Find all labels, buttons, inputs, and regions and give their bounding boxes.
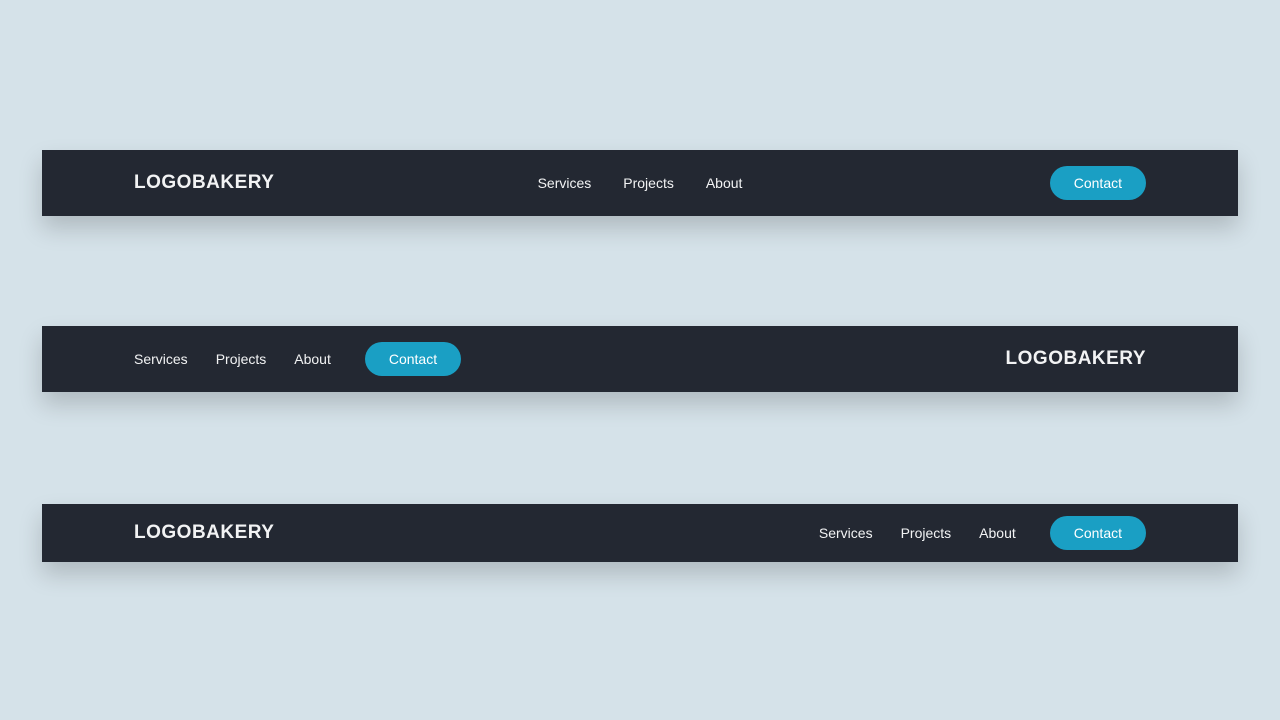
nav-link-services[interactable]: Services bbox=[819, 525, 873, 541]
contact-button[interactable]: Contact bbox=[1050, 516, 1146, 550]
brand-logo[interactable]: LOGOBAKERY bbox=[1006, 348, 1146, 370]
nav-link-about[interactable]: About bbox=[294, 351, 331, 367]
navbar-variant-2: Services Projects About Contact LOGOBAKE… bbox=[42, 326, 1238, 392]
nav-link-services[interactable]: Services bbox=[538, 175, 592, 191]
brand-logo[interactable]: LOGOBAKERY bbox=[134, 172, 274, 194]
brand-logo[interactable]: LOGOBAKERY bbox=[134, 522, 274, 544]
nav-link-projects[interactable]: Projects bbox=[901, 525, 952, 541]
contact-button[interactable]: Contact bbox=[1050, 166, 1146, 200]
nav-link-projects[interactable]: Projects bbox=[216, 351, 267, 367]
nav-link-services[interactable]: Services bbox=[134, 351, 188, 367]
nav-link-projects[interactable]: Projects bbox=[623, 175, 674, 191]
nav-link-about[interactable]: About bbox=[979, 525, 1016, 541]
nav-links-center: Services Projects About bbox=[538, 175, 743, 191]
nav-links-right: Services Projects About Contact bbox=[819, 516, 1146, 550]
navbar-variant-1: LOGOBAKERY Services Projects About Conta… bbox=[42, 150, 1238, 216]
nav-link-about[interactable]: About bbox=[706, 175, 743, 191]
navbar-variant-3: LOGOBAKERY Services Projects About Conta… bbox=[42, 504, 1238, 562]
nav-links-left: Services Projects About Contact bbox=[134, 342, 461, 376]
contact-button[interactable]: Contact bbox=[365, 342, 461, 376]
